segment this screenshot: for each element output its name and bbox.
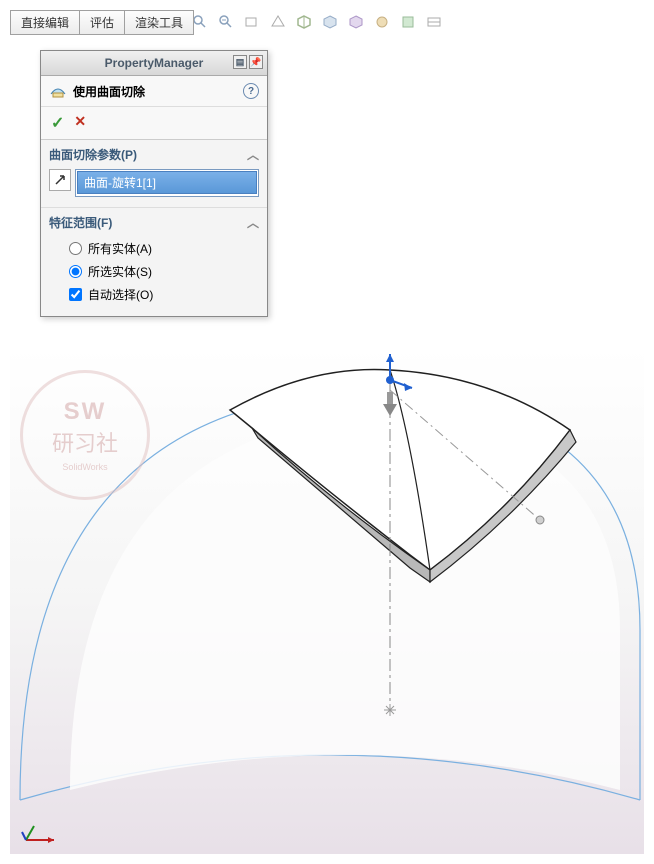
keep-visible-icon[interactable]: ▤	[233, 55, 247, 69]
pm-header: PropertyManager ▤ 📌	[41, 51, 267, 76]
feature-title-row: 使用曲面切除 ?	[41, 76, 267, 107]
flip-direction-button[interactable]	[49, 169, 71, 191]
apply-scene-icon[interactable]	[398, 12, 418, 32]
property-manager-panel: PropertyManager ▤ 📌 使用曲面切除 ? ✓ ✕ 曲面切除参数(…	[40, 50, 268, 317]
view-settings-icon[interactable]	[424, 12, 444, 32]
help-icon[interactable]: ?	[243, 83, 259, 99]
watermark-stamp: SW 研习社 SolidWorks	[20, 370, 150, 500]
command-manager-tabs: 直接编辑 评估 渲染工具	[10, 10, 193, 35]
feature-title: 使用曲面切除	[73, 83, 243, 100]
label-all-bodies: 所有实体(A)	[88, 240, 152, 257]
collapse-icon[interactable]: ︿	[247, 146, 259, 163]
label-auto-select: 自动选择(O)	[88, 286, 153, 303]
section-params-title: 曲面切除参数(P)	[49, 146, 137, 163]
section-scope-title: 特征范围(F)	[49, 214, 112, 231]
tab-evaluate[interactable]: 评估	[79, 10, 125, 35]
display-style-icon[interactable]	[320, 12, 340, 32]
section-surface-cut-params: 曲面切除参数(P) ︿ 曲面-旋转1[1]	[41, 140, 267, 208]
ok-button[interactable]: ✓	[51, 113, 64, 133]
surface-selection-list[interactable]: 曲面-旋转1[1]	[75, 169, 259, 197]
tab-render-tools[interactable]: 渲染工具	[124, 10, 194, 35]
pm-action-row: ✓ ✕	[41, 107, 267, 140]
cut-with-surface-icon	[49, 82, 67, 100]
tab-direct-edit[interactable]: 直接编辑	[10, 10, 80, 35]
zoom-area-icon[interactable]	[216, 12, 236, 32]
cancel-button[interactable]: ✕	[74, 113, 86, 133]
section-view-icon[interactable]	[268, 12, 288, 32]
selected-surface-item[interactable]: 曲面-旋转1[1]	[77, 171, 257, 194]
radio-selected-bodies[interactable]	[69, 265, 82, 278]
view-orientation-icon[interactable]	[294, 12, 314, 32]
hide-show-icon[interactable]	[346, 12, 366, 32]
edit-appearance-icon[interactable]	[372, 12, 392, 32]
origin-triad-icon	[20, 822, 60, 846]
section-feature-scope: 特征范围(F) ︿ 所有实体(A) 所选实体(S) 自动选择(O)	[41, 208, 267, 316]
label-selected-bodies: 所选实体(S)	[88, 263, 152, 280]
checkbox-auto-select[interactable]	[69, 288, 82, 301]
prev-view-icon[interactable]	[242, 12, 262, 32]
heads-up-view-toolbar	[190, 11, 640, 33]
radio-all-bodies[interactable]	[69, 242, 82, 255]
pushpin-icon[interactable]: 📌	[249, 55, 263, 69]
collapse-icon[interactable]: ︿	[247, 214, 259, 231]
